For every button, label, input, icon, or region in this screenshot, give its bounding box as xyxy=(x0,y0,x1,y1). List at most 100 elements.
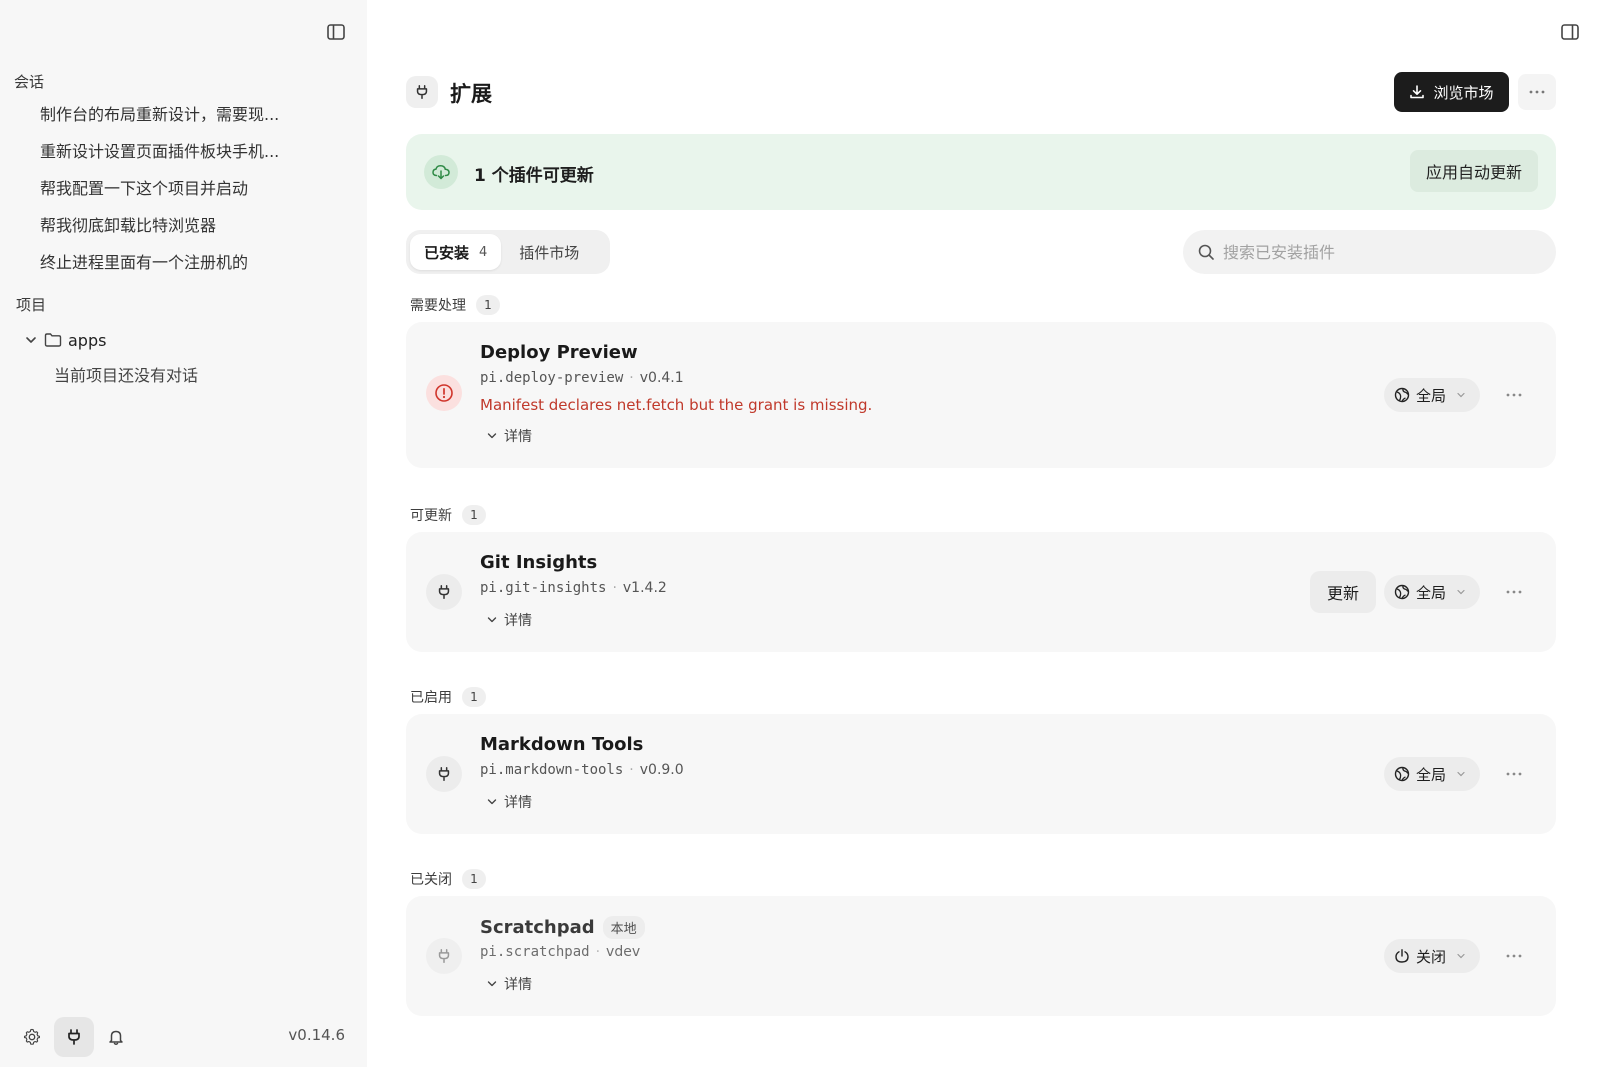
plugin-name-text: Markdown Tools xyxy=(480,734,644,755)
tab-bar: 已安装 4 插件市场 xyxy=(406,230,610,274)
plugin-details-toggle[interactable]: 详情 xyxy=(486,610,532,630)
group-label-disabled: 已关闭 1 xyxy=(410,869,486,889)
group-label-text: 已关闭 xyxy=(410,872,452,888)
details-label: 详情 xyxy=(504,795,532,811)
search-input[interactable] xyxy=(1223,242,1542,262)
globe-icon xyxy=(1394,387,1410,403)
auto-update-button[interactable]: 应用自动更新 xyxy=(1409,150,1538,192)
scope-select[interactable]: 全局 xyxy=(1384,757,1480,791)
more-icon xyxy=(1528,90,1546,94)
group-label-updatable: 可更新 1 xyxy=(410,505,486,525)
group-label-text: 可更新 xyxy=(410,508,452,524)
scope-label: 全局 xyxy=(1416,765,1447,784)
download-icon xyxy=(1409,84,1425,100)
session-item[interactable]: 重新设计设置页面插件板块手机... xyxy=(40,137,340,167)
chevron-down-icon xyxy=(486,614,498,626)
plugin-name: Scratchpad 本地 xyxy=(480,916,645,939)
plugin-id: pi.git-insights xyxy=(480,580,607,596)
meta-separator: · xyxy=(629,370,634,386)
globe-icon xyxy=(1394,584,1410,600)
plugin-more-button[interactable] xyxy=(1496,759,1532,789)
panel-toggle-icon[interactable] xyxy=(1558,20,1582,44)
more-icon xyxy=(1505,393,1523,397)
extensions-button[interactable] xyxy=(54,1017,94,1057)
bell-icon xyxy=(107,1028,125,1046)
sidebar: 会话 制作台的布局重新设计，需要现... 重新设计设置页面插件板块手机... 帮… xyxy=(0,0,367,1067)
meta-separator: · xyxy=(595,944,601,960)
chevron-down-icon xyxy=(486,430,498,442)
plugin-card-scratchpad: Scratchpad 本地 pi.scratchpad · vdev 详情 关闭 xyxy=(406,896,1556,1016)
sidebar-toggle-icon[interactable] xyxy=(324,20,348,44)
plugin-meta: pi.git-insights · v1.4.2 xyxy=(480,580,667,596)
plugin-name-text: Deploy Preview xyxy=(480,342,638,363)
gear-icon xyxy=(23,1028,41,1046)
plugin-id: pi.deploy-preview xyxy=(480,370,624,386)
tab-market[interactable]: 插件市场 xyxy=(505,234,593,270)
plugin-version: vdev xyxy=(606,944,641,960)
settings-button[interactable] xyxy=(12,1017,52,1057)
plug-icon xyxy=(426,574,462,610)
details-label: 详情 xyxy=(504,429,532,445)
more-icon xyxy=(1505,590,1523,594)
plugin-name-text: Git Insights xyxy=(480,552,598,573)
plugin-version: v1.4.2 xyxy=(622,580,667,596)
tab-market-label: 插件市场 xyxy=(519,243,580,262)
plugin-error-message: Manifest declares net.fetch but the gran… xyxy=(480,396,873,414)
projects-section-label: 项目 xyxy=(16,296,47,314)
session-item[interactable]: 帮我配置一下这个项目并启动 xyxy=(40,174,340,204)
folder-icon xyxy=(44,332,62,348)
globe-icon xyxy=(1394,766,1410,782)
meta-separator: · xyxy=(612,580,617,596)
plugin-meta: pi.markdown-tools · v0.9.0 xyxy=(480,762,684,778)
plug-icon xyxy=(406,76,438,108)
update-banner-text: 1 个插件可更新 xyxy=(474,166,594,186)
plugin-card-deploy-preview: Deploy Preview pi.deploy-preview · v0.4.… xyxy=(406,322,1556,468)
group-count: 1 xyxy=(462,505,486,525)
app-version: v0.14.6 xyxy=(288,1026,345,1044)
details-label: 详情 xyxy=(504,977,532,993)
browse-market-button[interactable]: 浏览市场 xyxy=(1394,72,1509,112)
chevron-down-icon xyxy=(1456,951,1466,961)
plugin-meta: pi.deploy-preview · v0.4.1 xyxy=(480,370,684,386)
chevron-down-icon xyxy=(486,796,498,808)
notifications-button[interactable] xyxy=(96,1017,136,1057)
tab-installed-label: 已安装 xyxy=(424,243,470,262)
group-label-enabled: 已启用 1 xyxy=(410,687,486,707)
chevron-down-icon xyxy=(1456,587,1466,597)
plugin-details-toggle[interactable]: 详情 xyxy=(486,426,532,446)
group-count: 1 xyxy=(476,295,500,315)
group-count: 1 xyxy=(462,687,486,707)
sessions-section-label: 会话 xyxy=(14,73,45,91)
plugin-more-button[interactable] xyxy=(1496,577,1532,607)
plug-icon xyxy=(426,938,462,974)
session-item[interactable]: 帮我彻底卸载比特浏览器 xyxy=(40,211,340,241)
plugin-version: v0.9.0 xyxy=(639,762,684,778)
scope-select[interactable]: 全局 xyxy=(1384,378,1480,412)
tab-installed-count: 4 xyxy=(479,244,488,260)
plugin-name: Deploy Preview xyxy=(480,342,638,363)
search-box xyxy=(1183,230,1556,274)
scope-select[interactable]: 全局 xyxy=(1384,575,1480,609)
plugin-details-toggle[interactable]: 详情 xyxy=(486,792,532,812)
plugin-name: Git Insights xyxy=(480,552,597,573)
scope-label: 全局 xyxy=(1416,583,1447,602)
tab-installed[interactable]: 已安装 4 xyxy=(410,234,502,270)
group-label-attention: 需要处理 1 xyxy=(410,295,500,315)
local-badge: 本地 xyxy=(602,916,645,939)
session-item[interactable]: 制作台的布局重新设计，需要现... xyxy=(40,100,340,130)
plugin-more-button[interactable] xyxy=(1496,380,1532,410)
session-item[interactable]: 终止进程里面有一个注册机的 xyxy=(40,248,340,278)
cloud-download-icon xyxy=(424,155,458,189)
plugin-version: v0.4.1 xyxy=(639,370,684,386)
alert-circle-icon xyxy=(426,375,462,411)
page-more-button[interactable] xyxy=(1518,74,1556,110)
plugin-more-button[interactable] xyxy=(1496,941,1532,971)
meta-separator: · xyxy=(629,762,634,778)
page-title: 扩展 xyxy=(450,82,492,106)
chevron-down-icon xyxy=(24,333,38,347)
search-icon xyxy=(1197,243,1215,261)
project-folder-apps[interactable]: apps xyxy=(24,325,106,355)
plugin-details-toggle[interactable]: 详情 xyxy=(486,974,532,994)
state-select[interactable]: 关闭 xyxy=(1384,939,1480,973)
plugin-update-button[interactable]: 更新 xyxy=(1310,571,1376,613)
